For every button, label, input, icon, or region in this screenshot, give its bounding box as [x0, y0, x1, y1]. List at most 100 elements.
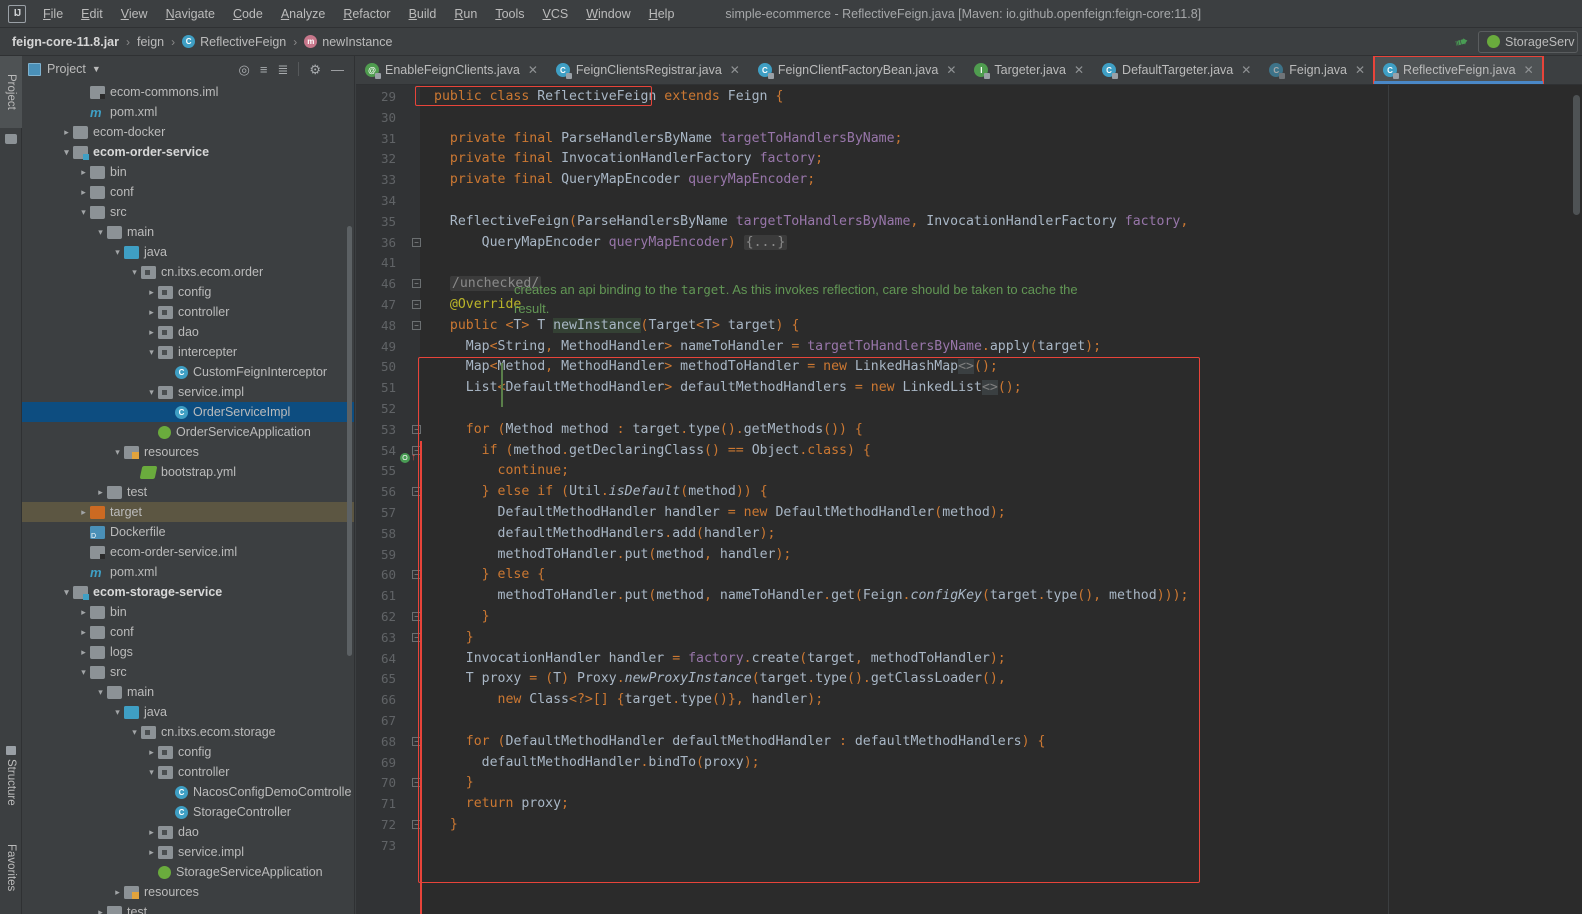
code-line-54[interactable]: if (method.getDeclaringClass() == Object… — [434, 441, 871, 462]
tree-node-service-impl[interactable]: ▸ service.impl — [22, 842, 354, 862]
code-line-48[interactable]: public <T> T newInstance(Target<T> targe… — [434, 316, 799, 337]
chevron-right-icon[interactable]: ▸ — [145, 327, 158, 338]
code-line-41[interactable] — [434, 253, 442, 274]
chevron-down-icon[interactable]: ▾ — [60, 147, 73, 158]
chevron-right-icon[interactable]: ▸ — [94, 907, 107, 914]
close-icon[interactable]: ✕ — [1524, 63, 1534, 77]
chevron-down-icon[interactable]: ▾ — [145, 387, 158, 398]
tree-node-test[interactable]: ▸ test — [22, 902, 354, 914]
menu-item-navigate[interactable]: Navigate — [157, 3, 224, 25]
editor-tab-defaulttargeter-java[interactable]: C DefaultTargeter.java ✕ — [1093, 56, 1260, 84]
minimize-icon[interactable]: — — [331, 63, 344, 76]
menu-item-run[interactable]: Run — [445, 3, 486, 25]
code-editor[interactable]: 29 30 31 32 33 34 35 36 41 46 47 48 49 50 51 52 53 54 55 56… — [356, 85, 1582, 914]
chevron-right-icon[interactable]: ▸ — [77, 507, 90, 518]
gear-icon[interactable]: ⚙ — [309, 63, 321, 76]
code-line-33[interactable]: private final QueryMapEncoder queryMapEn… — [434, 170, 815, 191]
tree-node-resources[interactable]: ▾ resources — [22, 442, 354, 462]
code-line-71[interactable]: return proxy; — [434, 794, 569, 815]
tree-node-pom-xml[interactable]: m pom.xml — [22, 562, 354, 582]
chevron-down-icon[interactable]: ▾ — [128, 727, 141, 738]
code-line-51[interactable]: List<DefaultMethodHandler> defaultMethod… — [434, 378, 1022, 399]
chevron-down-icon[interactable]: ▾ — [94, 687, 107, 698]
code-line-36[interactable]: QueryMapEncoder queryMapEncoder) {...} — [434, 233, 788, 254]
chevron-down-icon[interactable]: ▾ — [77, 667, 90, 678]
code-line-66[interactable]: new Class<?>[] {target.type()}, handler)… — [434, 690, 824, 711]
editor-tab-targeter-java[interactable]: I Targeter.java ✕ — [965, 56, 1093, 84]
tree-node-main[interactable]: ▾ main — [22, 682, 354, 702]
tree-node-storageserviceapplication[interactable]: StorageServiceApplication — [22, 862, 354, 882]
code-line-53[interactable]: for (Method method : target.type().getMe… — [434, 420, 863, 441]
tree-node-intercepter[interactable]: ▾ intercepter — [22, 342, 354, 362]
tree-node-cn-itxs-ecom-order[interactable]: ▾ cn.itxs.ecom.order — [22, 262, 354, 282]
tree-node-controller[interactable]: ▸ controller — [22, 302, 354, 322]
chevron-right-icon[interactable]: ▸ — [145, 827, 158, 838]
editor-tab-enablefeignclients-java[interactable]: @ EnableFeignClients.java ✕ — [356, 56, 547, 84]
code-line-31[interactable]: private final ParseHandlersByName target… — [434, 129, 903, 150]
code-line-47[interactable]: @Override — [434, 295, 521, 316]
expand-all-icon[interactable]: ≡ — [260, 63, 268, 76]
chevron-right-icon[interactable]: ▸ — [145, 747, 158, 758]
menu-item-view[interactable]: View — [112, 3, 157, 25]
breadcrumb-item-newinstance[interactable]: m newInstance — [304, 35, 392, 49]
tool-window-tab-favorites[interactable]: Favorites — [0, 826, 22, 910]
menu-item-tools[interactable]: Tools — [486, 3, 533, 25]
chevron-down-icon[interactable]: ▾ — [128, 267, 141, 278]
code-line-67[interactable] — [434, 711, 442, 732]
code-line-69[interactable]: defaultMethodHandler.bindTo(proxy); — [434, 753, 760, 774]
chevron-down-icon[interactable]: ▼ — [92, 64, 101, 74]
tree-node-src[interactable]: ▾ src — [22, 202, 354, 222]
tree-node-logs[interactable]: ▸ logs — [22, 642, 354, 662]
run-configuration-selector[interactable]: StorageServ — [1478, 30, 1578, 53]
editor-tab-reflectivefeign-java[interactable]: C ReflectiveFeign.java ✕ — [1373, 56, 1544, 84]
code-line-34[interactable] — [434, 191, 442, 212]
tree-node-main[interactable]: ▾ main — [22, 222, 354, 242]
menu-item-window[interactable]: Window — [577, 3, 639, 25]
tree-node-bin[interactable]: ▸ bin — [22, 162, 354, 182]
tree-node-dockerfile[interactable]: Dockerfile — [22, 522, 354, 542]
tree-node-java[interactable]: ▾ java — [22, 702, 354, 722]
code-line-73[interactable] — [434, 836, 442, 857]
tree-node-ecom-order-service-iml[interactable]: ecom-order-service.iml — [22, 542, 354, 562]
tree-node-ecom-order-service[interactable]: ▾ ecom-order-service — [22, 142, 354, 162]
code-line-59[interactable]: methodToHandler.put(method, handler); — [434, 545, 792, 566]
chevron-down-icon[interactable]: ▾ — [145, 347, 158, 358]
code-line-32[interactable]: private final InvocationHandlerFactory f… — [434, 149, 823, 170]
menu-item-build[interactable]: Build — [400, 3, 446, 25]
project-tree-scrollbar[interactable] — [347, 226, 352, 656]
breadcrumb-item-reflectivefeign[interactable]: C ReflectiveFeign — [182, 35, 286, 49]
chevron-right-icon[interactable]: ▸ — [60, 127, 73, 138]
chevron-down-icon[interactable]: ▾ — [111, 247, 124, 258]
chevron-right-icon[interactable]: ▸ — [77, 187, 90, 198]
menu-item-file[interactable]: File — [34, 3, 72, 25]
chevron-down-icon[interactable]: ▾ — [111, 447, 124, 458]
wrench-icon[interactable]: ➠ — [1452, 30, 1470, 53]
chevron-down-icon[interactable]: ▾ — [145, 767, 158, 778]
tree-node-bootstrap-yml[interactable]: bootstrap.yml — [22, 462, 354, 482]
tree-node-target[interactable]: ▸ target — [22, 502, 354, 522]
chevron-right-icon[interactable]: ▸ — [145, 847, 158, 858]
code-line-62[interactable]: } — [434, 607, 490, 628]
tree-node-ecom-docker[interactable]: ▸ ecom-docker — [22, 122, 354, 142]
chevron-right-icon[interactable]: ▸ — [77, 627, 90, 638]
tree-node-nacosconfigdemocomtrolle[interactable]: C NacosConfigDemoComtrolle — [22, 782, 354, 802]
chevron-down-icon[interactable]: ▾ — [111, 707, 124, 718]
menu-item-help[interactable]: Help — [640, 3, 684, 25]
collapse-all-icon[interactable]: ≣ — [277, 63, 288, 76]
tree-node-orderserviceimpl[interactable]: C OrderServiceImpl — [22, 402, 354, 422]
code-line-56[interactable]: } else if (Util.isDefault(method)) { — [434, 482, 768, 503]
code-line-29[interactable]: public class ReflectiveFeign extends Fei… — [434, 87, 783, 108]
menu-item-code[interactable]: Code — [224, 3, 272, 25]
tree-node-src[interactable]: ▾ src — [22, 662, 354, 682]
breadcrumb-item-feign[interactable]: feign — [137, 35, 164, 49]
close-icon[interactable]: ✕ — [946, 63, 956, 77]
chevron-right-icon[interactable]: ▸ — [77, 167, 90, 178]
code-line-72[interactable]: } — [434, 815, 458, 836]
code-line-58[interactable]: defaultMethodHandlers.add(handler); — [434, 524, 776, 545]
tree-node-pom-xml[interactable]: m pom.xml — [22, 102, 354, 122]
code-line-63[interactable]: } — [434, 628, 474, 649]
chevron-right-icon[interactable]: ▸ — [77, 607, 90, 618]
code-line-64[interactable]: InvocationHandler handler = factory.crea… — [434, 649, 1006, 670]
editor-scrollbar-thumb[interactable] — [1573, 95, 1580, 215]
locate-icon[interactable]: ◎ — [239, 63, 250, 76]
